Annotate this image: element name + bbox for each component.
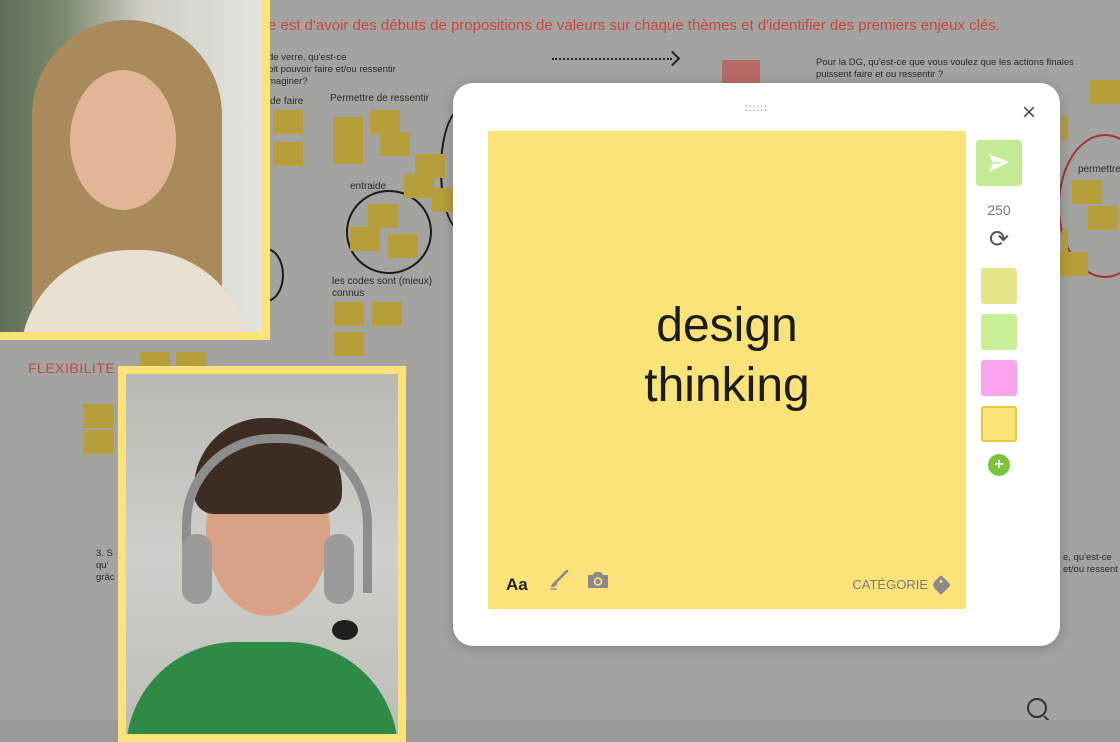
note-editor-modal: :::::: × design thinking Aa CATÉGORIE 25… (453, 83, 1060, 646)
sticky-note[interactable] (404, 174, 434, 198)
swatch-yellow[interactable] (981, 406, 1017, 442)
refresh-icon[interactable]: ⟳ (976, 228, 1022, 252)
participant-face (70, 70, 176, 210)
board-label-ressentir: Permettre de ressentir (330, 93, 429, 104)
note-text[interactable]: design thinking (488, 296, 966, 416)
drag-handle-icon[interactable]: :::::: (745, 103, 768, 114)
add-color-button[interactable]: + (988, 454, 1010, 476)
sticky-note[interactable] (350, 227, 380, 251)
tag-icon (931, 574, 951, 595)
sticky-note[interactable] (333, 140, 363, 164)
board-label-verre: de verre, qu'est-ce oit pouvoir faire et… (268, 52, 396, 87)
sticky-note[interactable] (722, 60, 760, 84)
font-button[interactable]: Aa (506, 575, 528, 595)
board-label-dg: Pour la DG, qu'est-ce que vous voulez qu… (816, 57, 1074, 80)
category-button[interactable]: CATÉGORIE (852, 574, 951, 595)
close-icon[interactable]: × (1022, 101, 1036, 125)
swatch-olive[interactable] (981, 268, 1017, 304)
sticky-note[interactable] (1088, 206, 1118, 230)
sticky-note[interactable] (1062, 230, 1068, 254)
sticky-note[interactable] (83, 404, 113, 428)
sticky-note[interactable] (372, 302, 402, 326)
video-tile-participant-2 (118, 366, 406, 742)
send-button[interactable] (976, 140, 1022, 186)
headset-mic (332, 620, 358, 640)
sticky-note[interactable] (388, 234, 418, 258)
brush-icon[interactable] (548, 568, 570, 595)
swatch-pink[interactable] (981, 360, 1017, 396)
sticky-note[interactable] (83, 430, 113, 454)
board-label-codes: les codes sont (mieux) connus (332, 276, 433, 299)
board-headline: e est d'avoir des débuts de propositions… (268, 17, 1000, 34)
note-sidebar: 250 ⟳ + (976, 140, 1022, 476)
swatch-green[interactable] (981, 314, 1017, 350)
character-count: 250 (987, 202, 1011, 218)
board-label-question-right: e, qu'est-ce et/ou ressent (1063, 552, 1118, 575)
sticky-note-editor[interactable]: design thinking Aa CATÉGORIE (488, 131, 966, 609)
sticky-note[interactable] (1058, 252, 1088, 276)
camera-icon[interactable] (586, 570, 610, 595)
board-label-faire: de faire (270, 96, 304, 107)
sticky-note[interactable] (370, 110, 400, 134)
video-tile-participant-1 (0, 0, 270, 340)
sticky-note[interactable] (273, 110, 303, 134)
sticky-note[interactable] (1090, 80, 1120, 104)
sticky-note[interactable] (334, 302, 364, 326)
dotted-arrow (552, 58, 672, 60)
sticky-note[interactable] (334, 332, 364, 356)
search-icon[interactable] (1027, 698, 1047, 718)
sticky-note[interactable] (1062, 116, 1068, 140)
sticky-note[interactable] (380, 132, 410, 156)
category-label: CATÉGORIE (852, 577, 928, 592)
sticky-note[interactable] (333, 117, 363, 141)
send-icon (989, 154, 1009, 172)
sticky-note[interactable] (273, 142, 303, 166)
headset-cup (324, 534, 354, 604)
board-label-question3: 3. S qu' grâc (96, 548, 115, 583)
sticky-note[interactable] (1072, 180, 1102, 204)
sticky-note[interactable] (368, 204, 398, 228)
board-label-flexibilite: FLEXIBILITE (28, 360, 116, 376)
headset-cup (182, 534, 212, 604)
